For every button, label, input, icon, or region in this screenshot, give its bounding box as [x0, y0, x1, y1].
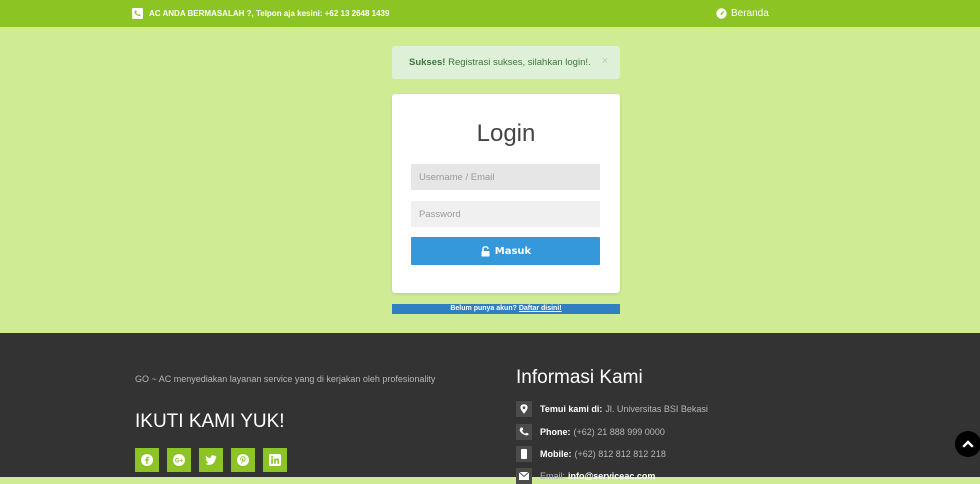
- info-address-label: Temui kami di:: [540, 404, 603, 414]
- username-input[interactable]: [411, 164, 600, 190]
- twitter-button[interactable]: [199, 448, 223, 472]
- google-plus-button[interactable]: G+: [167, 448, 191, 472]
- unlock-icon: [481, 245, 490, 256]
- info-email-value[interactable]: info@serviceac.com: [568, 471, 655, 481]
- info-phone: Phone: (+62) 21 888 999 0000: [516, 424, 665, 440]
- info-address: Temui kami di: Jl. Universitas BSI Bekas…: [516, 401, 708, 417]
- pinterest-icon: [237, 454, 249, 466]
- login-button-label: Masuk: [494, 245, 532, 257]
- info-mobile-label: Mobile:: [540, 449, 572, 459]
- envelope-icon: [519, 472, 529, 480]
- info-email: Email: info@serviceac.com: [516, 468, 658, 484]
- contact-banner: AC ANDA BERMASALAH ?, Telpon aja kesini:…: [132, 7, 389, 20]
- svg-text:G+: G+: [175, 458, 184, 464]
- info-address-value: Jl. Universitas BSI Bekasi: [605, 404, 708, 414]
- top-bar: AC ANDA BERMASALAH ?, Telpon aja kesini:…: [0, 0, 980, 27]
- pinterest-button[interactable]: [231, 448, 255, 472]
- follow-heading: IKUTI KAMI YUK!: [135, 411, 285, 432]
- home-link-label[interactable]: Beranda: [731, 8, 769, 19]
- info-mobile: Mobile: (+62) 812 812 812 218: [516, 446, 666, 462]
- mobile-icon: [521, 449, 527, 459]
- login-button[interactable]: Masuk: [411, 237, 600, 265]
- alert-message: Registrasi sukses, silahkan login!.: [448, 57, 591, 68]
- login-title: Login: [476, 120, 536, 147]
- facebook-icon: [141, 454, 153, 466]
- info-mobile-value: (+62) 812 812 812 218: [574, 449, 666, 459]
- facebook-button[interactable]: [135, 448, 159, 472]
- info-phone-value: (+62) 21 888 999 0000: [573, 427, 665, 437]
- chevron-up-icon: [962, 440, 974, 448]
- phone-square-icon: [132, 8, 143, 19]
- alert-title: Sukses!: [409, 57, 446, 68]
- phone-icon: [519, 427, 529, 436]
- info-email-label: Email:: [540, 471, 566, 481]
- twitter-icon: [205, 454, 217, 465]
- alert-close-button[interactable]: ×: [602, 55, 608, 67]
- login-card: Login Masuk: [392, 94, 620, 293]
- info-phone-label: Phone:: [540, 427, 571, 437]
- social-links: G+: [135, 448, 295, 472]
- contact-text: AC ANDA BERMASALAH ?, Telpon aja kesini:…: [149, 9, 390, 18]
- scroll-to-top-button[interactable]: [955, 431, 980, 457]
- home-link[interactable]: Beranda: [716, 6, 769, 20]
- linkedin-icon: [269, 454, 281, 466]
- footer: GO ~ AC menyediakan layanan service yang…: [0, 333, 980, 484]
- info-heading: Informasi Kami: [516, 367, 643, 388]
- success-alert: Sukses! Registrasi sukses, silahkan logi…: [392, 46, 620, 79]
- dashboard-icon: [716, 7, 727, 19]
- footer-about-text: GO ~ AC menyediakan layanan service yang…: [135, 374, 436, 384]
- google-plus-icon: G+: [173, 454, 185, 466]
- password-input[interactable]: [411, 201, 600, 227]
- register-prompt: Belum punya akun?: [450, 305, 517, 312]
- register-link[interactable]: Daftar disini!: [519, 305, 562, 312]
- map-marker-icon: [520, 404, 528, 414]
- register-bar: Belum punya akun? Daftar disini!: [392, 304, 620, 314]
- linkedin-button[interactable]: [263, 448, 287, 472]
